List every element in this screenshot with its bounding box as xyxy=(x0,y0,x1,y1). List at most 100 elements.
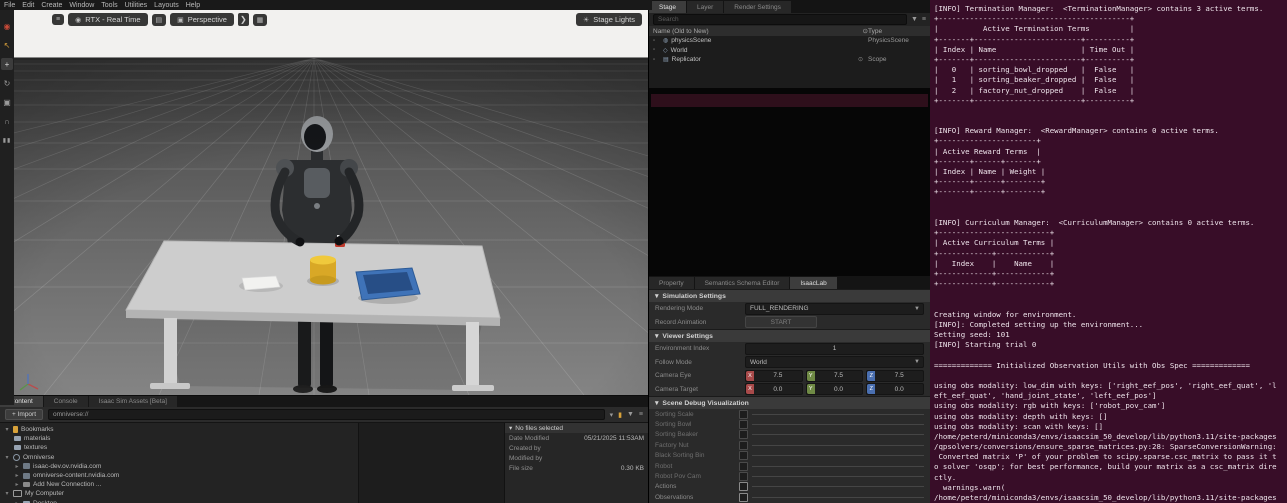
tab-isaaclab[interactable]: IsaacLab xyxy=(790,277,836,289)
menu-tools[interactable]: Tools xyxy=(101,2,117,9)
tab-property[interactable]: Property xyxy=(649,277,694,289)
rendering-mode-select[interactable]: FULL_RENDERING ▼ xyxy=(745,303,924,315)
camera-eye-z-field[interactable]: Z7.5 xyxy=(866,370,924,382)
terminal-window[interactable]: [INFO] Termination Manager: <Termination… xyxy=(930,0,1287,503)
move-icon[interactable]: + xyxy=(1,58,13,70)
checkbox[interactable]: ▫ xyxy=(653,38,660,44)
camera-target-row: Camera Target X0.0 Y0.0 Z0.0 xyxy=(649,383,930,397)
viewport-toolbar: ≡ ◉ RTX - Real Time ▤ ▣ Perspective ❯ ▦ xyxy=(52,13,267,26)
checkbox[interactable] xyxy=(739,441,748,450)
camera-target-x-field[interactable]: X0.0 xyxy=(745,383,803,395)
stage-item-replicator[interactable]: ▫ ▤Replicator ⊙ Scope xyxy=(649,55,930,65)
tree-item-desktop[interactable]: ▸Desktop xyxy=(0,499,358,503)
collapse-caret-icon: ▾ xyxy=(509,424,512,432)
stage-options-icon[interactable]: ≡ xyxy=(922,16,926,23)
environment-index-field[interactable]: 1 xyxy=(745,343,924,355)
camera-button[interactable]: ▣ Perspective xyxy=(170,13,234,26)
camera-preview-image xyxy=(651,94,928,107)
tree-item-materials[interactable]: materials xyxy=(0,434,358,443)
camera-eye-x-field[interactable]: X7.5 xyxy=(745,370,803,382)
pause-icon[interactable]: ▮▮ xyxy=(1,134,13,146)
checkbox[interactable] xyxy=(739,482,748,491)
camera-target-y-field[interactable]: Y0.0 xyxy=(806,383,864,395)
snap-icon[interactable]: ∩ xyxy=(1,115,13,127)
tree-item-my-computer[interactable]: ▾My Computer xyxy=(0,489,358,498)
path-field[interactable]: omniverse:// xyxy=(48,409,605,420)
expand-chevron-icon[interactable]: ❯ xyxy=(238,13,249,26)
record-start-button[interactable]: START xyxy=(745,316,817,328)
z-axis-badge: Z xyxy=(867,371,875,381)
renderer-button[interactable]: ◉ RTX - Real Time xyxy=(68,13,147,26)
camera-eye-y-field[interactable]: Y7.5 xyxy=(806,370,864,382)
xform-cube-icon: ◇ xyxy=(663,47,668,54)
camera-icon: ▣ xyxy=(177,16,184,24)
tab-layer[interactable]: Layer xyxy=(687,1,723,13)
stage-search-input[interactable]: Search xyxy=(653,14,907,25)
z-axis-badge: Z xyxy=(867,384,875,394)
tab-isaac-sim-assets[interactable]: Isaac Sim Assets [Beta] xyxy=(89,396,177,407)
details-row: File size0.30 KB xyxy=(505,463,648,473)
tab-render-settings[interactable]: Render Settings xyxy=(724,1,791,13)
checkbox[interactable] xyxy=(739,430,748,439)
type-column-header[interactable]: Type xyxy=(868,28,926,35)
name-column-header[interactable]: Name (Old to New) xyxy=(653,28,863,35)
menu-create[interactable]: Create xyxy=(41,2,62,9)
menu-file[interactable]: File xyxy=(4,2,15,9)
stage-item-world[interactable]: ▫ ◇World xyxy=(649,46,930,56)
section-simulation-settings[interactable]: ▾ Simulation Settings xyxy=(649,289,930,302)
tree-item-textures[interactable]: textures xyxy=(0,443,358,452)
tree-item-server-1[interactable]: ▸isaac-dev.ov.nvidia.com xyxy=(0,462,358,471)
checkbox[interactable]: ▫ xyxy=(653,57,660,63)
section-viewer-settings[interactable]: ▾ Viewer Settings xyxy=(649,329,930,342)
checkbox[interactable] xyxy=(739,493,748,502)
section-scene-debug-visualization[interactable]: ▾ Scene Debug Visualization xyxy=(649,396,930,409)
tab-stage[interactable]: Stage xyxy=(649,1,686,13)
filter-icon[interactable]: ▼ xyxy=(627,411,634,419)
tree-item-server-2[interactable]: ▸omniverse-content.nvidia.com xyxy=(0,471,358,480)
checkbox[interactable] xyxy=(739,462,748,471)
visibility-eye-icon[interactable]: ⊙ xyxy=(858,56,865,63)
stop-icon[interactable]: ◉ xyxy=(1,20,13,32)
tab-semantics-schema-editor[interactable]: Semantics Schema Editor xyxy=(695,277,790,289)
scale-icon[interactable]: ▣ xyxy=(1,96,13,108)
checkbox[interactable] xyxy=(739,451,748,460)
tree-item-add-connection[interactable]: ▸Add New Connection ... xyxy=(0,480,358,489)
content-browser-tabs: Content Console Isaac Sim Assets [Beta] xyxy=(0,396,648,407)
bookmark-icon[interactable]: ▮ xyxy=(618,411,622,419)
dropdown-caret-icon[interactable]: ▾ xyxy=(610,411,614,419)
camera-target-z-field[interactable]: Z0.0 xyxy=(866,383,924,395)
list-view-icon[interactable]: ≡ xyxy=(639,411,643,419)
select-icon[interactable]: ↖ xyxy=(1,39,13,51)
file-grid[interactable] xyxy=(359,423,504,503)
stage-lights-button[interactable]: ☀ Stage Lights xyxy=(576,13,642,26)
checkbox[interactable]: ▫ xyxy=(653,47,660,53)
import-button[interactable]: + Import xyxy=(5,409,43,420)
tree-item-bookmarks[interactable]: ▾Bookmarks xyxy=(0,425,358,434)
checkbox[interactable] xyxy=(739,420,748,429)
menu-edit[interactable]: Edit xyxy=(22,2,34,9)
y-axis-badge: Y xyxy=(807,371,815,381)
render-settings-icon[interactable]: ▤ xyxy=(152,14,167,26)
viewport-3d[interactable]: ≡ ◉ RTX - Real Time ▤ ▣ Perspective ❯ ▦ … xyxy=(14,10,648,395)
viewport-options-icon[interactable]: ▦ xyxy=(253,14,268,26)
collapse-caret-icon: ▾ xyxy=(655,332,658,340)
tab-console[interactable]: Console xyxy=(44,396,88,407)
tree-item-omniverse[interactable]: ▾Omniverse xyxy=(0,453,358,462)
stage-tree: ▫ ◍physicsScene PhysicsScene ▫ ◇World ▫ … xyxy=(649,36,930,88)
menu-layouts[interactable]: Layouts xyxy=(154,2,179,9)
checkbox[interactable] xyxy=(739,472,748,481)
plug-icon xyxy=(23,482,30,487)
stage-filter-icon[interactable]: ▼ xyxy=(911,16,918,23)
follow-mode-select[interactable]: World ▼ xyxy=(745,356,924,368)
viewport-menu-icon[interactable]: ≡ xyxy=(52,14,64,25)
details-header[interactable]: ▾ No files selected xyxy=(505,423,648,433)
checkbox[interactable] xyxy=(739,410,748,419)
chevron-down-icon: ▼ xyxy=(914,306,920,312)
menu-window[interactable]: Window xyxy=(69,2,94,9)
rotate-icon[interactable]: ↻ xyxy=(1,77,13,89)
stage-search-row: Search ▼ ≡ xyxy=(649,13,930,26)
stage-item-physics-scene[interactable]: ▫ ◍physicsScene PhysicsScene xyxy=(649,36,930,46)
menu-utilities[interactable]: Utilities xyxy=(125,2,148,9)
menu-help[interactable]: Help xyxy=(186,2,200,9)
y-axis-badge: Y xyxy=(807,384,815,394)
